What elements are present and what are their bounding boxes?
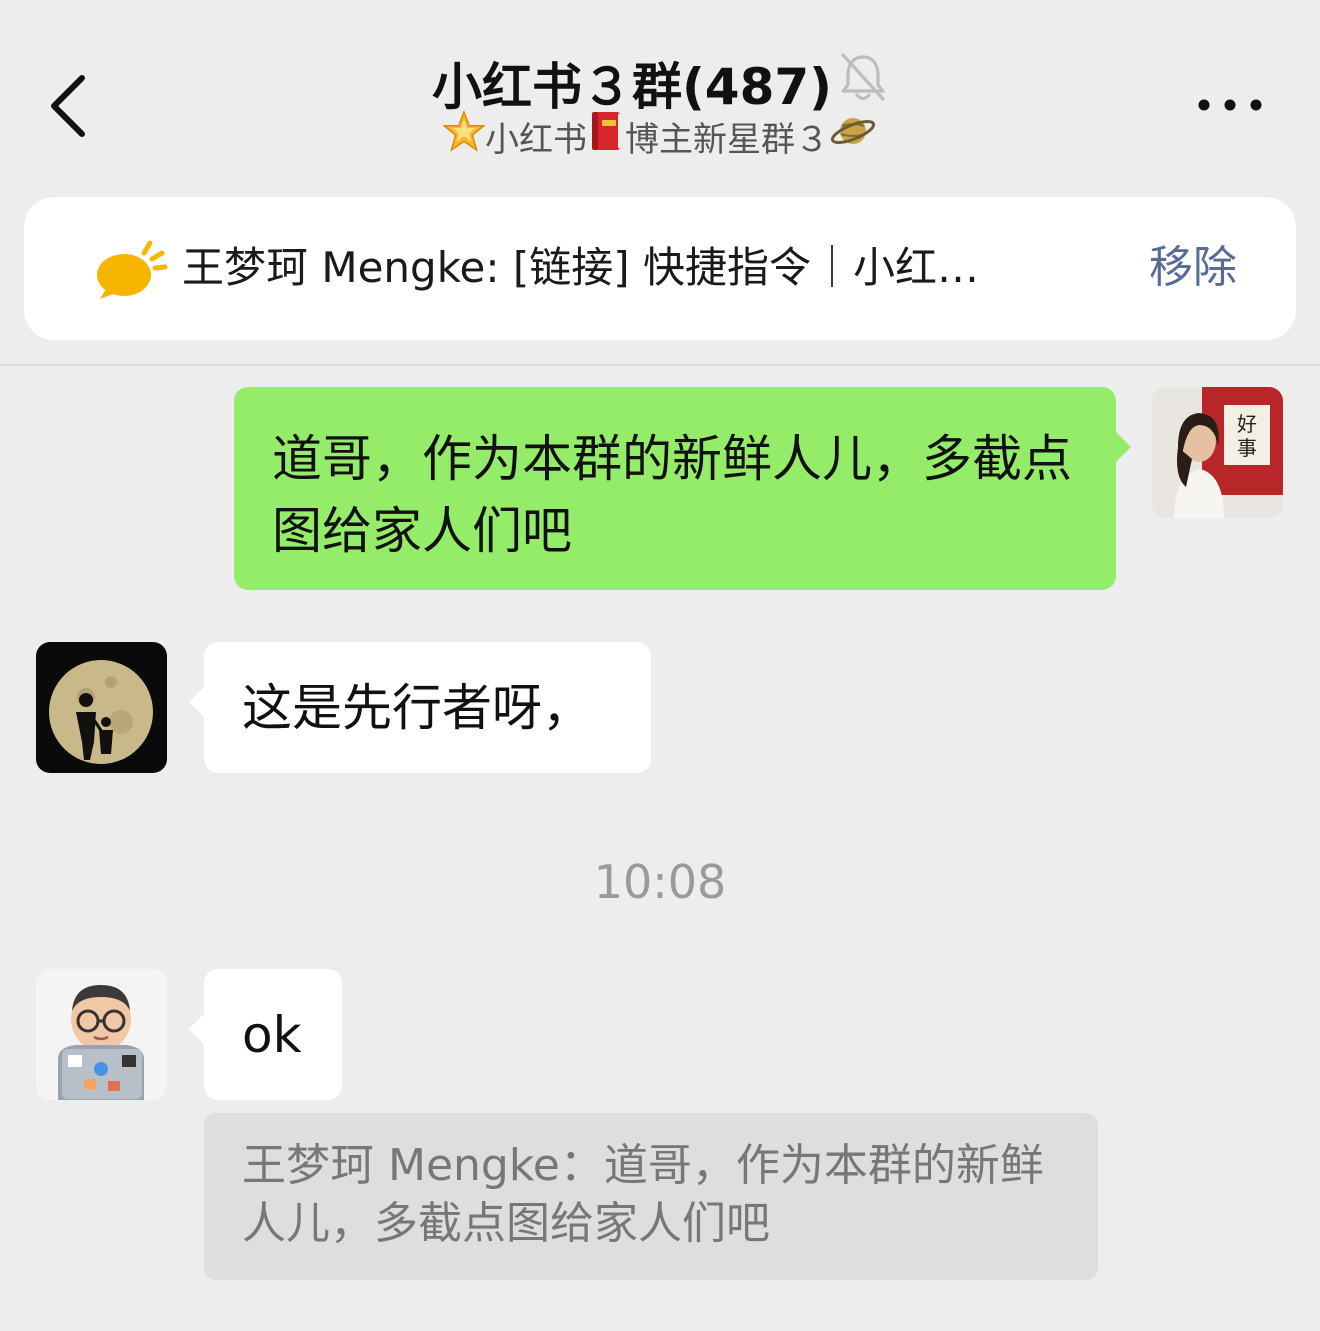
bubble-tail	[1115, 431, 1131, 463]
svg-text:事: 事	[1237, 436, 1257, 460]
remove-pinned-button[interactable]: 移除	[1149, 233, 1237, 303]
red-book-emoji-icon	[587, 109, 625, 168]
more-button[interactable]	[1190, 85, 1270, 125]
message-bubble-other[interactable]: 这是先行者呀，	[189, 642, 651, 773]
avatar-member-moon[interactable]	[36, 642, 167, 773]
subtitle-text: 小红书	[485, 120, 587, 160]
message-text: ok	[242, 1006, 302, 1064]
ellipsis-icon	[1198, 99, 1262, 111]
pinned-message-bar[interactable]: 王梦珂 Mengke: [链接] 快捷指令｜小红… 移除	[24, 197, 1296, 340]
bubble-tail	[189, 686, 205, 718]
svg-text:好: 好	[1237, 412, 1257, 436]
pinned-message-text: 王梦珂 Mengke: [链接] 快捷指令｜小红…	[182, 243, 979, 292]
message-bubble-other[interactable]: ok	[189, 969, 342, 1100]
quoted-reply[interactable]: 王梦珂 Mengke：道哥，作为本群的新鲜人儿，多截点图给家人们吧	[204, 1113, 1098, 1280]
chat-header: 小红书３群(487) 小红书 博主新星群３	[0, 0, 1320, 180]
chat-title-row: 小红书３群(487)	[0, 52, 1320, 122]
message-bubble-self[interactable]: 道哥，作为本群的新鲜人儿，多截点图给家人们吧	[234, 387, 1131, 590]
quoted-reply-text: 王梦珂 Mengke：道哥，作为本群的新鲜人儿，多截点图给家人们吧	[242, 1140, 1044, 1249]
bubble-tail	[189, 1013, 205, 1045]
chat-subtitle: 小红书 博主新星群３	[0, 109, 1320, 169]
avatar-self[interactable]: 好 事	[1152, 387, 1283, 518]
chat-title[interactable]: 小红书３群(487)	[432, 58, 832, 116]
announcement-bubble-icon	[90, 233, 170, 307]
message-text: 道哥，作为本群的新鲜人儿，多截点图给家人们吧	[272, 430, 1072, 560]
avatar-member-memoji[interactable]	[36, 969, 167, 1100]
message-timestamp: 10:08	[593, 855, 727, 909]
star-emoji-icon	[441, 109, 487, 167]
chat-screen: 小红书３群(487) 小红书 博主新星群３ 王梦珂 Mengke: [链接] 快…	[0, 0, 1320, 1331]
subtitle-rest-text: 博主新星群３	[625, 120, 829, 160]
planet-emoji-icon	[829, 108, 877, 169]
message-text: 这是先行者呀，	[242, 679, 592, 737]
header-divider	[0, 364, 1320, 366]
